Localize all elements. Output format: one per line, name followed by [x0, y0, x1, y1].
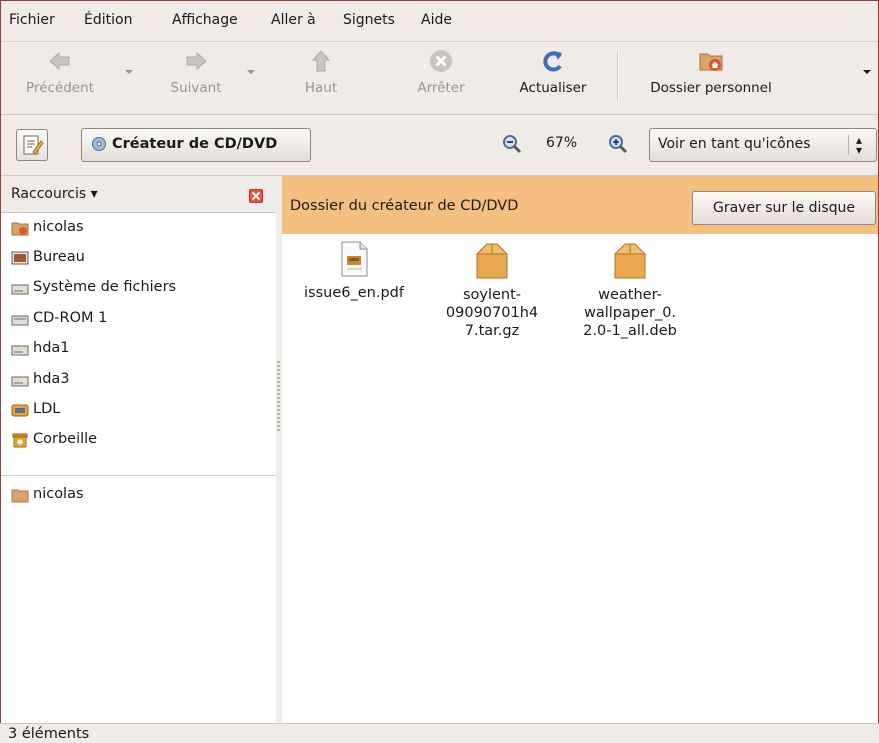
file-name: weather- wallpaper_0. 2.0-1_all.deb — [583, 287, 677, 339]
path-button-label: Créateur de CD/DVD — [112, 136, 278, 152]
burn-disc-button[interactable]: Graver sur le disque — [692, 191, 876, 225]
sidebar-item-label: Corbeille — [33, 431, 98, 447]
zoom-out-button[interactable] — [501, 133, 523, 159]
toolbar-overflow-dropdown[interactable] — [863, 70, 871, 74]
menu-aide[interactable]: Aide — [421, 12, 452, 28]
forward-arrow-icon — [186, 51, 207, 71]
zoom-in-icon — [609, 135, 628, 154]
back-button[interactable]: Précédent — [15, 48, 105, 96]
reload-button[interactable]: Actualiser — [505, 48, 601, 96]
network-share-icon — [11, 404, 29, 417]
up-label: Haut — [304, 80, 338, 96]
sidebar-item-label: Système de fichiers — [33, 279, 177, 295]
home-folder-icon — [699, 53, 723, 71]
home-button[interactable]: Dossier personnel — [631, 48, 791, 96]
home-label: Dossier personnel — [650, 80, 772, 96]
zoom-in-button[interactable] — [607, 133, 629, 159]
sidebar-header: Raccourcis ▾ — [1, 176, 276, 213]
zoom-out-icon — [503, 135, 522, 154]
drive-icon — [11, 376, 29, 387]
cdrom-drive-icon — [11, 315, 29, 326]
up-arrow-icon — [311, 50, 331, 72]
toolbar-separator — [617, 52, 619, 100]
back-arrow-icon — [49, 51, 70, 71]
reload-label: Actualiser — [519, 80, 587, 96]
sidebar-type-selector[interactable]: Raccourcis ▾ — [11, 186, 98, 202]
cd-disc-icon — [92, 137, 106, 151]
trash-icon — [12, 433, 28, 448]
path-button-cd-creator[interactable]: Créateur de CD/DVD — [81, 128, 311, 162]
sidebar-item-label: CD-ROM 1 — [33, 310, 108, 326]
sidebar-divider — [1, 475, 276, 476]
file-manager-window: Fichier Édition Affichage Aller à Signet… — [0, 0, 879, 741]
back-label: Précédent — [26, 80, 94, 96]
folder-icon — [11, 489, 29, 503]
stop-icon — [430, 50, 452, 72]
toolbar: Précédent Suivant Haut Arrêter Actualise… — [1, 42, 878, 115]
file-item[interactable]: issue6_en.pdf — [294, 240, 414, 302]
sidebar-item-label: nicolas — [33, 486, 84, 502]
sidebar-item-label: hda3 — [33, 371, 70, 387]
file-item[interactable]: soylent- 09090701h4 7.tar.gz — [432, 240, 552, 340]
close-sidebar-icon[interactable] — [249, 189, 263, 203]
menu-fichier[interactable]: Fichier — [9, 12, 55, 28]
sidebar-item-label: nicolas — [33, 219, 84, 235]
updown-arrows-icon: ▴ ▾ — [856, 133, 863, 157]
menu-signets[interactable]: Signets — [343, 12, 395, 28]
view-mode-select[interactable]: Voir en tant qu'icônes ▴ ▾ — [649, 128, 877, 162]
sidebar-title: Raccourcis — [11, 186, 87, 202]
file-name: issue6_en.pdf — [304, 285, 404, 301]
package-icon — [475, 243, 509, 279]
drive-icon — [11, 284, 29, 295]
menu-edition[interactable]: Édition — [84, 12, 132, 28]
menu-bar: Fichier Édition Affichage Aller à Signet… — [1, 1, 878, 42]
banner-text: Dossier du créateur de CD/DVD — [290, 198, 519, 214]
view-mode-value: Voir en tant qu'icônes — [658, 136, 811, 152]
forward-label: Suivant — [170, 80, 222, 96]
drive-icon — [11, 345, 29, 356]
menu-affichage[interactable]: Affichage — [172, 12, 238, 28]
edit-pencil-icon — [23, 135, 44, 155]
places-list: nicolas Bureau Système de fichiers CD-RO… — [1, 213, 276, 724]
back-history-dropdown[interactable] — [125, 70, 133, 74]
reload-icon — [543, 51, 562, 72]
package-icon — [613, 243, 647, 279]
pane-resize-handle[interactable] — [277, 361, 280, 431]
menu-aller-a[interactable]: Aller à — [271, 12, 316, 28]
cd-creator-banner: Dossier du créateur de CD/DVD Graver sur… — [282, 176, 878, 234]
edit-location-button[interactable] — [16, 129, 48, 161]
file-item[interactable]: weather- wallpaper_0. 2.0-1_all.deb — [570, 240, 690, 340]
stop-label: Arrêter — [417, 80, 465, 96]
sidebar-item-label: Bureau — [33, 249, 85, 265]
location-bar: Créateur de CD/DVD 67% Voir en tant qu'i… — [1, 115, 878, 176]
zoom-level: 67% — [546, 135, 578, 151]
forward-button[interactable]: Suivant — [151, 48, 241, 96]
select-divider — [848, 135, 849, 155]
stop-button[interactable]: Arrêter — [401, 48, 481, 96]
file-name: soylent- 09090701h4 7.tar.gz — [445, 287, 539, 339]
desktop-icon — [11, 251, 29, 265]
status-bar: 3 éléments — [0, 723, 879, 743]
pdf-file-icon — [341, 241, 368, 277]
file-view: Dossier du créateur de CD/DVD Graver sur… — [282, 176, 878, 724]
sidebar-item-label: LDL — [33, 401, 61, 417]
up-button[interactable]: Haut — [291, 48, 351, 96]
status-text: 3 éléments — [8, 726, 90, 742]
sidebar: Raccourcis ▾ nicolas Bureau Système de f… — [1, 176, 276, 724]
forward-history-dropdown[interactable] — [247, 70, 255, 74]
home-folder-icon — [11, 222, 29, 236]
sidebar-item-label: hda1 — [33, 340, 70, 356]
